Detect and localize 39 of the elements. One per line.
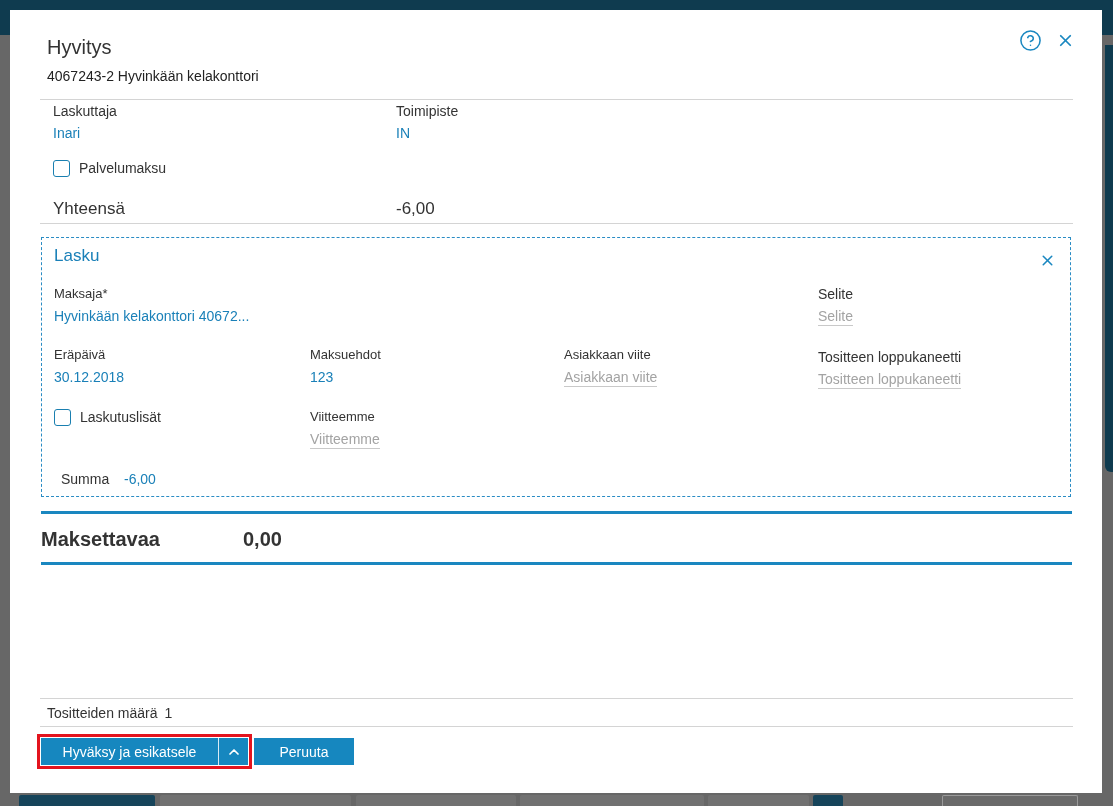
- invoice-title: Lasku: [54, 245, 100, 267]
- dialog-subtitle: 4067243-2 Hyvinkään kelakonttori: [47, 67, 259, 86]
- field-label: Maksuehdot: [310, 346, 382, 364]
- sum-label: Summa: [61, 470, 111, 488]
- checkbox[interactable]: [53, 159, 70, 177]
- voucher-count-value: 1: [164, 704, 173, 722]
- text-field[interactable]: Asiakkaan viite: [564, 368, 658, 387]
- text-field[interactable]: Tositteen loppukaneetti: [818, 370, 962, 389]
- payable-value: 0,00: [243, 527, 282, 552]
- field-value: 123: [310, 368, 335, 386]
- help-button[interactable]: [1019, 29, 1042, 52]
- dropdown-toggle-button[interactable]: [218, 738, 248, 765]
- field-label: Viitteemme: [310, 408, 375, 426]
- voucher-count-label: Tositteiden määrä: [47, 704, 158, 722]
- text-field[interactable]: Selite: [818, 307, 854, 326]
- checkbox-label: Laskutuslisät: [80, 408, 161, 426]
- approve-preview-button[interactable]: Hyväksy ja esikatsele: [41, 738, 218, 765]
- field-value: IN: [396, 124, 411, 142]
- field-value: Inari: [53, 124, 82, 142]
- dimmed-bar: [813, 795, 843, 806]
- field-value: Hyvinkään kelakonttori 40672...: [54, 307, 251, 325]
- dialog-title: Hyvitys: [47, 35, 113, 60]
- checkbox[interactable]: [54, 408, 71, 426]
- checkbox-label: Palvelumaksu: [79, 159, 167, 177]
- field-label: Selite: [818, 285, 854, 303]
- field-value: 30.12.2018: [54, 368, 126, 386]
- text-field[interactable]: Viitteemme: [310, 430, 380, 449]
- help-icon: [1019, 29, 1042, 52]
- sum-value: -6,00: [124, 470, 156, 488]
- total-label: Yhteensä: [53, 198, 126, 220]
- field-label: Eräpäivä: [54, 346, 107, 364]
- field-label: Tositteen loppukaneetti: [818, 348, 962, 366]
- field-label: Asiakkaan viite: [564, 346, 651, 364]
- payable-label: Maksettavaa: [41, 527, 161, 552]
- field-label: Maksaja*: [54, 285, 109, 303]
- cancel-button[interactable]: Peruuta: [254, 738, 354, 765]
- field-label: Toimipiste: [396, 102, 460, 120]
- total-value: -6,00: [396, 198, 435, 220]
- field-label: Laskuttaja: [53, 102, 118, 120]
